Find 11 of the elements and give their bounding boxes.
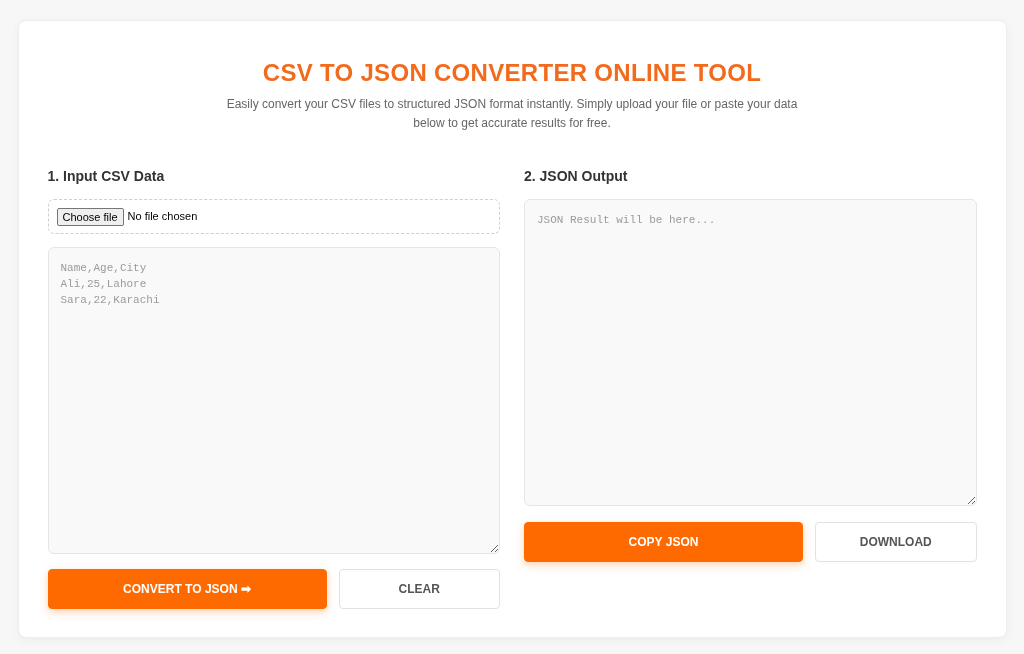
file-upload-zone[interactable]: Choose file No file chosen <box>47 199 500 234</box>
page-title: CSV TO JSON CONVERTER ONLINE TOOL <box>262 58 762 87</box>
csv-input-field[interactable]: Name,Age,City Ali,25,Lahore Sara,22,Karachi <box>47 247 500 554</box>
download-button[interactable]: DOWNLOAD <box>815 522 977 562</box>
file-status: No file chosen <box>127 209 198 225</box>
clear-button[interactable]: CLEAR <box>338 569 500 609</box>
section-heading: 1. Input CSV Data <box>47 167 166 186</box>
section-heading: 2. JSON Output <box>524 167 629 186</box>
json-output-field[interactable]: JSON Result will be here... <box>524 199 977 506</box>
choose-file-button[interactable]: Choose file <box>56 207 124 226</box>
page-subtitle: Easily convert your CSV files to structured JSON format instantly. Simply upload your file or paste your data below to get accurate results for free. <box>225 96 799 132</box>
